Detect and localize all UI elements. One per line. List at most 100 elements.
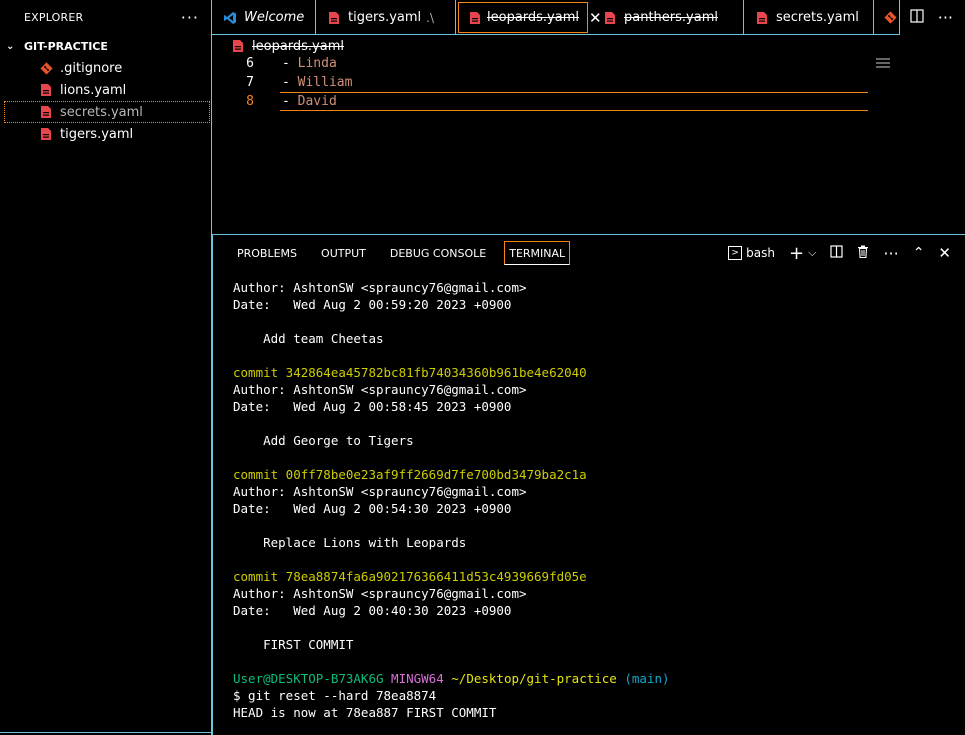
tab-label: leopards.yaml bbox=[487, 10, 579, 25]
tab-problems[interactable]: PROBLEMS bbox=[231, 241, 309, 265]
tab-leopards-yaml[interactable]: leopards.yaml ✕ bbox=[458, 2, 602, 33]
panel-actions: > bash + ⌵ ··· ⌃ ✕ bbox=[728, 241, 951, 265]
terminal-text: $ git reset --hard 78ea8874 bbox=[233, 688, 437, 703]
git-icon bbox=[884, 10, 897, 26]
folder-git-practice[interactable]: ⌄ GIT-PRACTICE bbox=[0, 35, 211, 57]
code-text: - William bbox=[282, 75, 352, 90]
terminal-line: Date: Wed Aug 2 00:40:30 2023 +0900 bbox=[233, 602, 670, 619]
bottom-panel: PROBLEMS OUTPUT DEBUG CONSOLE TERMINAL > ba… bbox=[212, 234, 965, 735]
file-name: tigers.yaml bbox=[60, 126, 134, 142]
terminal-text: Add George to Tigers bbox=[233, 433, 414, 448]
yaml-file-icon bbox=[38, 126, 54, 142]
breadcrumb[interactable]: leopards.yaml bbox=[212, 36, 344, 56]
terminal-line: Author: AshtonSW <sprauncy76@gmail.com> bbox=[233, 585, 670, 602]
terminal-text: MINGW64 bbox=[391, 671, 444, 686]
terminal-line: Replace Lions with Leopards bbox=[233, 534, 670, 551]
line-number: 8 bbox=[246, 94, 254, 109]
file-name: secrets.yaml bbox=[60, 104, 143, 120]
tab-panthers-yaml[interactable]: panthers.yaml bbox=[592, 0, 744, 35]
terminal-line: FIRST COMMIT bbox=[233, 636, 670, 653]
terminal-text: User@DESKTOP-B73AK6G bbox=[233, 671, 384, 686]
terminal-text: commit 78ea8874fa6a902176366411d53c49396… bbox=[233, 569, 587, 584]
terminal-icon: > bbox=[728, 246, 743, 260]
git-icon bbox=[38, 60, 54, 76]
file-item[interactable]: lions.yaml bbox=[0, 79, 211, 101]
file-name: lions.yaml bbox=[60, 82, 127, 98]
yaml-file-icon bbox=[38, 82, 54, 98]
yaml-file-icon bbox=[326, 10, 342, 26]
file-name: .gitignore bbox=[60, 60, 123, 76]
terminal-text: Author: AshtonSW <sprauncy76@gmail.com> bbox=[233, 280, 527, 295]
terminal-line: commit 342864ea45782bc81fb74034360b961be… bbox=[233, 364, 670, 381]
more-actions-icon[interactable]: ··· bbox=[938, 8, 953, 27]
code-line[interactable]: 8- David bbox=[212, 92, 868, 111]
list-value: Linda bbox=[297, 56, 337, 71]
terminal-text: Author: AshtonSW <sprauncy76@gmail.com> bbox=[233, 484, 527, 499]
terminal-line: Date: Wed Aug 2 00:58:45 2023 +0900 bbox=[233, 398, 670, 415]
terminal-text: commit 00ff78be0e23af9ff2669d7fe700bd347… bbox=[233, 467, 587, 482]
tab-label: secrets.yaml bbox=[776, 10, 859, 25]
list-dash: - bbox=[282, 56, 290, 71]
code-line[interactable]: 6 - Linda bbox=[212, 54, 868, 73]
breadcrumb-file: leopards.yaml bbox=[252, 38, 344, 54]
tab-debug-console[interactable]: DEBUG CONSOLE bbox=[384, 241, 498, 265]
chevron-down-icon: ⌄ bbox=[6, 40, 15, 52]
vscode-icon bbox=[222, 10, 238, 26]
list-value: William bbox=[297, 75, 353, 90]
file-item[interactable]: .gitignore bbox=[0, 57, 211, 79]
file-item[interactable]: tigers.yaml bbox=[0, 123, 211, 145]
tab-welcome[interactable]: Welcome bbox=[212, 0, 316, 35]
terminal-text: Author: AshtonSW <sprauncy76@gmail.com> bbox=[233, 586, 527, 601]
tab-label: panthers.yaml bbox=[624, 10, 718, 25]
tab-secrets-yaml[interactable]: secrets.yaml bbox=[744, 0, 874, 35]
explorer-header: EXPLORER ··· bbox=[0, 0, 211, 35]
tab-description: .\ bbox=[426, 10, 435, 25]
terminal-output[interactable]: Author: AshtonSW <sprauncy76@gmail.com> D… bbox=[233, 279, 670, 721]
maximize-panel-icon[interactable]: ⌃ bbox=[913, 245, 925, 261]
tab-tigers-yaml[interactable]: tigers.yaml .\ bbox=[316, 0, 456, 35]
terminal-text: Replace Lions with Leopards bbox=[233, 535, 467, 550]
terminal-text: HEAD is now at 78ea887 FIRST COMMIT bbox=[233, 705, 497, 720]
yaml-file-icon bbox=[230, 38, 246, 54]
terminal-line: Add George to Tigers bbox=[233, 432, 670, 449]
more-actions-icon[interactable]: ··· bbox=[883, 244, 898, 263]
yaml-file-icon bbox=[469, 10, 481, 26]
file-list: .gitignore lions.yaml secrets.yaml tigers.y… bbox=[0, 57, 211, 145]
tab-label: Welcome bbox=[244, 10, 305, 25]
file-item[interactable]: secrets.yaml bbox=[4, 101, 210, 123]
close-panel-icon[interactable]: ✕ bbox=[938, 244, 951, 262]
more-actions-icon[interactable]: ··· bbox=[181, 8, 199, 27]
terminal-shell-selector[interactable]: > bash bbox=[728, 246, 775, 260]
tab-terminal[interactable]: TERMINAL bbox=[504, 241, 571, 265]
tab-label: tigers.yaml bbox=[348, 10, 422, 25]
terminal-line: Date: Wed Aug 2 00:59:20 2023 +0900 bbox=[233, 296, 670, 313]
list-dash: - bbox=[282, 75, 290, 90]
trash-icon[interactable] bbox=[857, 245, 869, 261]
terminal-line: User@DESKTOP-B73AK6G MINGW64 ~/Desktop/g… bbox=[233, 670, 670, 687]
terminal-line: Author: AshtonSW <sprauncy76@gmail.com> bbox=[233, 483, 670, 500]
code-line[interactable]: 7 - William bbox=[212, 73, 868, 92]
terminal-text: (main) bbox=[624, 671, 670, 686]
split-editor-icon[interactable] bbox=[910, 8, 924, 27]
tab-output[interactable]: OUTPUT bbox=[315, 241, 378, 265]
split-terminal-icon[interactable] bbox=[830, 245, 844, 261]
chevron-down-icon[interactable]: ⌵ bbox=[808, 246, 816, 260]
terminal-line: HEAD is now at 78ea887 FIRST COMMIT bbox=[233, 704, 670, 721]
terminal-line: commit 78ea8874fa6a902176366411d53c49396… bbox=[233, 568, 670, 585]
sidebar-divider bbox=[0, 732, 211, 733]
new-terminal-icon[interactable]: + bbox=[789, 243, 804, 264]
yaml-file-icon bbox=[38, 104, 54, 120]
explorer-sidebar: EXPLORER ··· ⌄ GIT-PRACTICE .gitignore li… bbox=[0, 0, 212, 735]
terminal-text: FIRST COMMIT bbox=[233, 637, 354, 652]
editor-actions: ··· bbox=[898, 0, 965, 35]
code-editor[interactable]: 6 - Linda 7 - William 8- David bbox=[212, 54, 965, 234]
terminal-text: Date: Wed Aug 2 00:54:30 2023 +0900 bbox=[233, 501, 512, 516]
minimap[interactable] bbox=[876, 58, 890, 70]
